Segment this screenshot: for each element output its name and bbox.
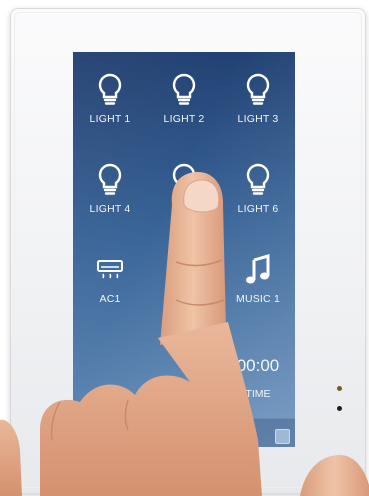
screen-bottom-bar [73, 418, 295, 447]
touch-screen: LIGHT 1 LIGHT 2 LIGHT 3 LIGHT 4 LIGHT 6 [73, 52, 295, 447]
bulb-icon [245, 72, 271, 108]
tile-music-1[interactable]: MUSIC 1 [221, 242, 295, 322]
home-button[interactable] [275, 429, 290, 444]
time-widget[interactable]: 00:00 TIME [221, 350, 295, 410]
tile-light-6[interactable]: LIGHT 6 [221, 152, 295, 232]
tile-light-1[interactable]: LIGHT 1 [73, 62, 147, 142]
tile-label: LIGHT 1 [89, 113, 131, 125]
bulb-icon [97, 72, 123, 108]
time-label: TIME [245, 388, 271, 400]
tile-light-2[interactable]: LIGHT 2 [147, 62, 221, 142]
music-note-icon [244, 252, 272, 288]
proximity-sensor [337, 406, 342, 411]
tile-light-4[interactable]: LIGHT 4 [73, 152, 147, 232]
tile-light-5[interactable] [147, 152, 221, 232]
tile-label: AC1 [99, 293, 121, 305]
tile-ac-1[interactable]: AC1 [73, 242, 147, 322]
bulb-icon [97, 162, 123, 198]
air-conditioner-icon [95, 252, 125, 288]
tile-label: LIGHT 6 [237, 203, 279, 215]
tile-label: MUSIC 1 [236, 293, 280, 305]
bulb-icon [171, 162, 197, 198]
tile-light-3[interactable]: LIGHT 3 [221, 62, 295, 142]
status-led [337, 386, 342, 391]
bulb-icon [245, 162, 271, 198]
bulb-icon [171, 72, 197, 108]
tile-label: LIGHT 4 [89, 203, 131, 215]
tile-label: LIGHT 3 [237, 113, 279, 125]
time-value: 00:00 [236, 356, 280, 375]
tile-label: LIGHT 2 [163, 113, 205, 125]
